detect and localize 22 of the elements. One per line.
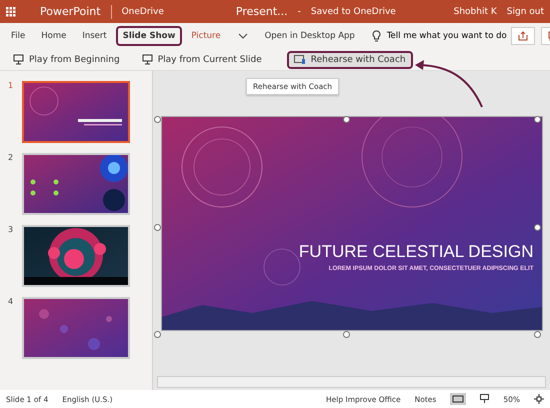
ribbon-tab[interactable]: Home	[34, 26, 74, 46]
ribbon-tab[interactable]: Picture	[184, 26, 228, 46]
document-name[interactable]: Present...	[236, 5, 288, 18]
save-status: Saved to OneDrive	[310, 6, 396, 16]
command-button[interactable]: Play from Current Slide	[134, 50, 269, 69]
command-button[interactable]: Play from Beginning	[6, 50, 127, 69]
slide-number: 4	[8, 297, 14, 306]
location-link[interactable]: OneDrive	[122, 6, 164, 16]
slide-title: FUTURE CELESTIAL DESIGN	[298, 242, 534, 262]
slide-number: 3	[8, 225, 14, 234]
ribbon-tab[interactable]: File	[4, 26, 32, 46]
slide-number: 1	[8, 81, 14, 90]
ribbon-tab[interactable]: Slide Show	[116, 26, 182, 46]
slide-number: 2	[8, 153, 14, 162]
separator-text: -	[298, 6, 301, 16]
ribbon-tab[interactable]: Open in Desktop App	[258, 26, 362, 46]
command-button[interactable]: Rehearse with Coach	[286, 50, 413, 68]
sign-out-link[interactable]: Sign out	[506, 6, 544, 16]
ribbon-tab[interactable]: Insert	[75, 26, 114, 46]
app-name[interactable]: PowerPoint	[40, 5, 101, 18]
tell-me-field[interactable]: Tell me what you want to do	[386, 31, 507, 41]
user-name[interactable]: Shobhit K	[454, 6, 497, 16]
